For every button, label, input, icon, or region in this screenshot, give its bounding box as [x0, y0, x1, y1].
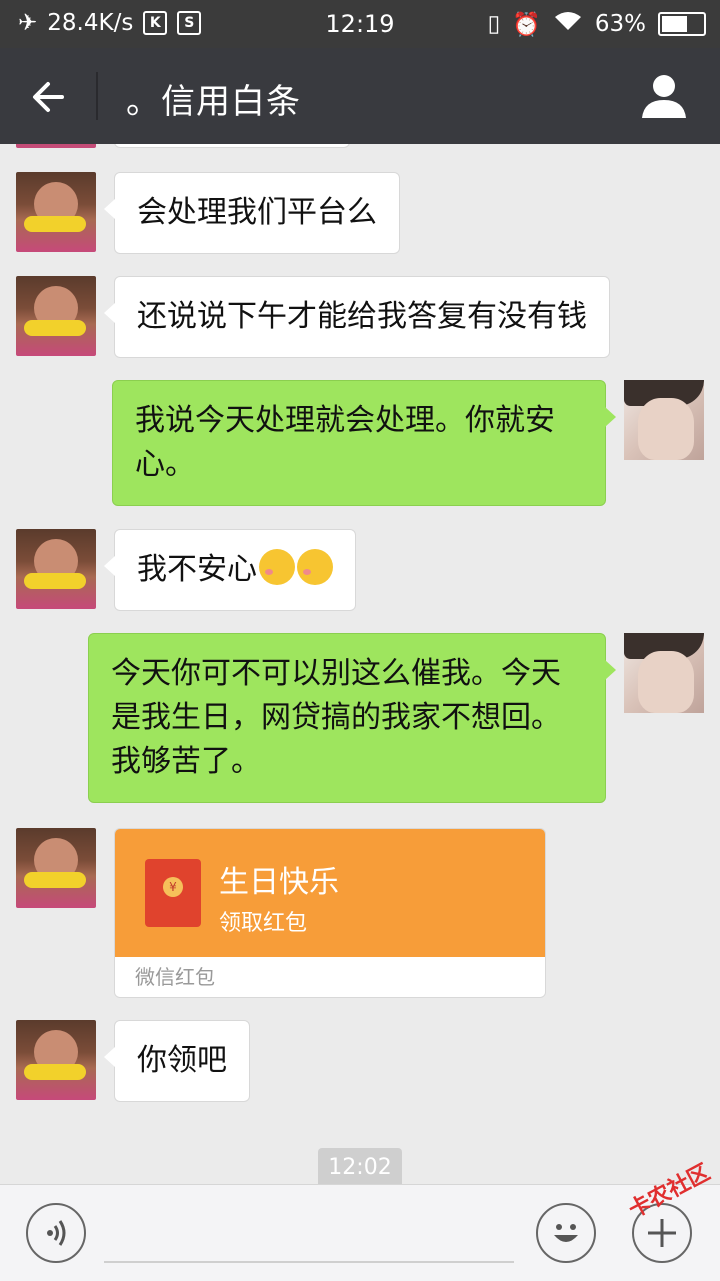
blushing-emoji-icon — [259, 549, 295, 585]
message-text: 你领吧 — [137, 1043, 227, 1078]
contact-avatar[interactable] — [16, 172, 96, 252]
contact-avatar[interactable] — [16, 529, 96, 609]
message-bubble-incoming[interactable] — [114, 144, 350, 148]
message-timestamp: 12:02 — [318, 1148, 402, 1184]
red-packet-title: 生日快乐 — [219, 865, 339, 900]
wifi-icon — [553, 10, 583, 38]
red-packet-subtitle: 领取红包 — [219, 911, 308, 936]
shy-emoji-icon — [297, 549, 333, 585]
emoji-button[interactable] — [536, 1203, 596, 1263]
red-packet-footer: 微信红包 — [115, 957, 545, 997]
message-text: 我说今天处理就会处理。你就安心。 — [135, 403, 555, 482]
message-text: 还说说下午才能给我答复有没有钱 — [137, 299, 587, 334]
message-text: 今天你可不可以别这么催我。今天是我生日，网贷搞的我家不想回。我够苦了。 — [111, 656, 561, 779]
alarm-icon: ⏰ — [512, 11, 541, 38]
voice-input-button[interactable] — [26, 1203, 86, 1263]
message-text: 会处理我们平台么 — [137, 195, 377, 230]
battery-percent: 63% — [594, 11, 646, 37]
vibrate-icon: ▯ — [487, 11, 501, 37]
contact-avatar[interactable] — [16, 828, 96, 908]
smiley-icon — [554, 1224, 578, 1242]
my-avatar[interactable] — [624, 633, 704, 713]
message-bubble-incoming[interactable]: 还说说下午才能给我答复有没有钱 — [104, 276, 610, 358]
contact-avatar[interactable] — [16, 276, 96, 356]
red-packet-message[interactable]: ¥ 生日快乐 领取红包 微信红包 — [114, 828, 546, 998]
message-bubble-outgoing[interactable]: 我说今天处理就会处理。你就安心。 — [112, 380, 616, 506]
my-avatar[interactable] — [624, 380, 704, 460]
input-bar — [0, 1184, 720, 1281]
battery-icon — [658, 12, 706, 36]
message-bubble-incoming[interactable]: 我不安心 — [104, 529, 356, 611]
contact-avatar[interactable] — [16, 144, 96, 148]
status-bar: ✈ 28.4K/s K S 12:19 ▯ ⏰ 63% — [0, 0, 720, 48]
message-input[interactable] — [104, 1261, 514, 1263]
chat-header: 。信用白条 — [0, 48, 720, 144]
message-bubble-incoming[interactable]: 你领吧 — [104, 1020, 250, 1102]
message-text: 我不安心 — [137, 552, 257, 587]
voice-icon — [47, 1220, 66, 1246]
message-bubble-incoming[interactable]: 会处理我们平台么 — [104, 172, 400, 254]
contact-profile-icon[interactable] — [640, 72, 688, 120]
message-bubble-outgoing[interactable]: 今天你可不可以别这么催我。今天是我生日，网贷搞的我家不想回。我够苦了。 — [88, 633, 616, 803]
red-envelope-icon: ¥ — [145, 859, 201, 927]
contact-avatar[interactable] — [16, 1020, 96, 1100]
chat-messages[interactable]: 会处理我们平台么 还说说下午才能给我答复有没有钱 我说今天处理就会处理。你就安心… — [0, 144, 720, 1184]
back-arrow-icon[interactable] — [26, 74, 72, 120]
header-divider — [96, 72, 98, 120]
chat-title: 。信用白条 — [126, 82, 301, 122]
